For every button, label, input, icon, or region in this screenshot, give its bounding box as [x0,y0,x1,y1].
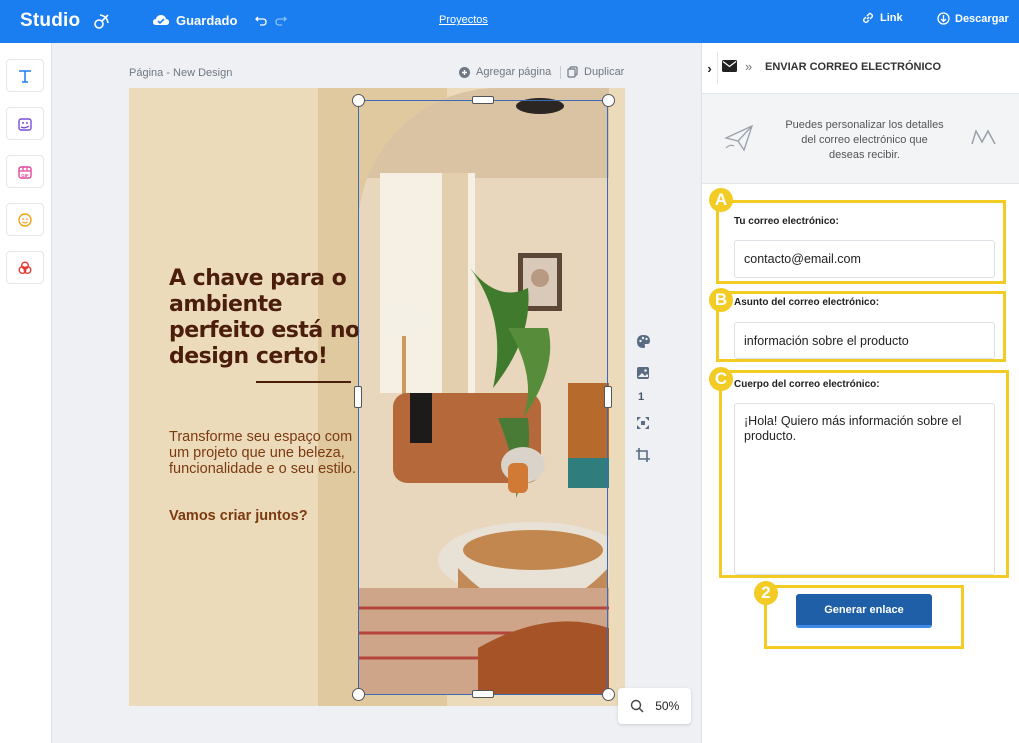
tools-sidebar: GIF [0,43,52,743]
design-headline[interactable]: A chave para o ambiente perfeito está no… [169,266,369,370]
image-sparkle-icon [18,117,32,131]
undo-icon[interactable] [255,14,267,26]
layer-number: 1 [638,391,645,403]
gif-icon: GIF [18,165,32,179]
info-banner: Puedes personalizar los detalles del cor… [702,94,1019,184]
zoom-control[interactable]: 50% [618,688,691,724]
svg-text:GIF: GIF [21,173,29,178]
link-button[interactable]: Link [862,12,903,24]
resize-handle-bottom-left[interactable] [352,688,365,701]
search-icon [630,699,644,713]
annotation-badge-b: B [709,288,733,312]
resize-handle-top[interactable] [472,96,494,104]
annotation-box-b [716,291,1006,362]
design-body-text[interactable]: Transforme seu espaço com um projeto que… [169,429,364,477]
design-cta-text[interactable]: Vamos criar juntos? [169,508,308,524]
duplicate-label: Duplicar [584,66,625,78]
scribble-icon [971,129,996,145]
page-label: Página - New Design [129,67,233,79]
info-text: Puedes personalizar los detalles del cor… [785,119,944,161]
download-icon [937,12,950,25]
selection-box[interactable] [358,100,608,695]
add-page-label: Agregar página [476,66,552,78]
panel-title: ENVIAR CORREO ELECTRÓNICO [765,61,942,73]
plus-circle-icon [459,66,470,78]
annotation-box-c [719,370,1009,578]
resize-handle-bottom-right[interactable] [602,688,615,701]
gif-tool[interactable]: GIF [6,155,44,188]
color-palette-button[interactable] [634,332,652,350]
projects-link[interactable]: Proyectos [439,14,488,26]
download-label: Descargar [955,12,1009,25]
resize-handle-right[interactable] [604,386,612,408]
annotation-box-a [716,200,1006,284]
annotation-badge-2: 2 [754,581,778,605]
text-tool[interactable] [6,59,44,92]
link-label: Link [880,12,903,24]
emoji-icon [18,212,32,227]
expand-icon [637,417,649,429]
text-icon [19,69,31,83]
palette-icon [636,334,650,348]
add-page-button[interactable]: Agregar página [459,66,551,78]
download-button[interactable]: Descargar [937,12,1009,25]
image-icon [637,367,649,379]
brand-logo[interactable]: Studio [20,10,80,32]
link-icon [862,12,874,24]
duplicate-icon [567,66,578,78]
resize-handle-left[interactable] [354,386,362,408]
duplicate-button[interactable]: Duplicar [567,66,624,78]
saved-status: Guardado [176,13,238,28]
resize-handle-top-left[interactable] [352,94,365,107]
cloud-saved-icon [153,15,169,25]
header-divider [560,66,561,79]
top-bar: Studio Guardado Proyectos Link Descargar [0,0,1019,43]
redo-icon[interactable] [275,14,287,26]
resize-handle-top-right[interactable] [602,94,615,107]
zoom-level: 50% [655,699,680,713]
mail-icon [722,60,737,72]
double-chevron-icon: » [745,59,753,74]
fit-expand-button[interactable] [634,414,652,432]
annotation-box-2 [764,585,964,649]
annotation-badge-a: A [709,188,733,212]
image-tool[interactable] [6,107,44,140]
collapse-panel-button[interactable]: › [702,52,718,84]
headline-underline [256,381,351,383]
shapes-icon [18,261,32,274]
emoji-tool[interactable] [6,203,44,236]
chevron-right-icon: › [707,60,712,76]
annotation-badge-c: C [709,367,733,391]
paper-plane-icon [724,124,754,152]
crop-icon [636,448,650,462]
shapes-tool[interactable] [6,251,44,284]
brand-pen-icon [94,14,109,29]
replace-image-button[interactable] [634,364,652,382]
panel-header: › » ENVIAR CORREO ELECTRÓNICO [702,43,1019,94]
resize-handle-bottom[interactable] [472,690,494,698]
crop-button[interactable] [634,446,652,464]
